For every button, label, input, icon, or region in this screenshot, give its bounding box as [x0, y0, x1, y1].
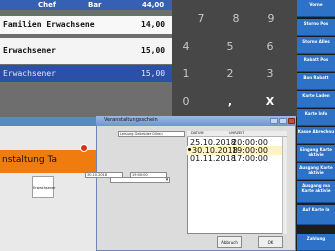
key-5[interactable]: 5: [210, 33, 250, 61]
item-name: Erwachsener: [3, 46, 56, 55]
cancel-button[interactable]: Abbruch: [217, 236, 242, 248]
selection-bullet-icon: [188, 148, 191, 151]
header-chef: Chef: [38, 1, 56, 9]
ticket-header: Chef Bar 44,00: [0, 0, 172, 10]
list-time: 17:00:00: [232, 154, 268, 163]
key-6[interactable]: 6: [250, 33, 290, 61]
button-rabatt-pos[interactable]: Rabatt Pos: [297, 55, 335, 72]
button-ausgang-karte[interactable]: Ausgang Karte aktivie: [297, 163, 335, 180]
key-1[interactable]: 1: [166, 60, 206, 88]
item-price: 14,00: [141, 20, 166, 29]
key-4[interactable]: 4: [166, 33, 206, 61]
button-karte-laden[interactable]: Karte Laden: [297, 91, 335, 108]
button-storno-alles[interactable]: Storno Alles: [297, 37, 335, 54]
background-window-titlebar: [0, 117, 98, 126]
header-total: 44,00: [142, 1, 165, 9]
ok-button[interactable]: OK: [258, 236, 283, 248]
chevron-down-icon[interactable]: ▾: [164, 177, 170, 183]
key-0[interactable]: 0: [166, 88, 206, 116]
key-comma[interactable]: ,: [210, 88, 250, 116]
maximize-button[interactable]: [279, 118, 287, 124]
event-tab-label: nstaltung Ta: [2, 155, 57, 165]
button-zahlung[interactable]: Zahlung: [297, 234, 335, 251]
item-name: Familien Erwachsene: [3, 20, 95, 29]
key-7[interactable]: 7: [181, 5, 221, 33]
key-x[interactable]: X: [250, 88, 290, 116]
key-3[interactable]: 3: [250, 60, 290, 88]
close-button[interactable]: [288, 118, 295, 124]
column-uhrzeit: UHRZEIT: [229, 131, 245, 135]
button-karte-info[interactable]: Karte Info: [297, 109, 335, 126]
date-list-header: DATUM UHRZEIT: [187, 131, 287, 137]
item-price: 15,00: [141, 69, 166, 78]
item-name: Erwachsener: [3, 69, 56, 78]
button-ausgang-ma-karte[interactable]: Ausgang ma Karte aktivie: [297, 181, 335, 203]
key-9[interactable]: 9: [251, 5, 291, 33]
header-bar: Bar: [88, 1, 102, 9]
option-select[interactable]: [110, 177, 170, 183]
button-vorne[interactable]: Vorne: [297, 0, 335, 17]
notification-badge: [80, 144, 88, 152]
item-price: 15,00: [141, 46, 166, 55]
ticket-row[interactable]: Erwachsener 15,00: [0, 38, 172, 64]
button-bon-rabatt[interactable]: Bon Rabatt: [297, 73, 335, 90]
button-eingang-karte[interactable]: Eingang Karte aktivie: [297, 145, 335, 162]
dialog-title: Veranstaltungsschein: [104, 117, 158, 123]
button-kasse-abrechnung[interactable]: Kasse Abrechnu: [297, 127, 335, 144]
key-8[interactable]: 8: [216, 5, 256, 33]
key-2[interactable]: 2: [210, 60, 250, 88]
list-date: 01.11.2018: [190, 154, 236, 163]
minimize-button[interactable]: [270, 118, 278, 124]
list-scrollbar[interactable]: [282, 137, 287, 234]
ticket-row[interactable]: Familien Erwachsene 14,00: [0, 16, 172, 34]
ticket-type-tile[interactable]: Erwachsener: [32, 176, 56, 198]
ticket-row-selected[interactable]: Erwachsener 15,00: [0, 65, 172, 82]
button-storno-pos[interactable]: Storno Pos: [297, 19, 335, 36]
column-datum: DATUM: [191, 131, 204, 135]
event-name-field[interactable]: Leisung Gebrüder Gilren: [118, 131, 185, 137]
list-item[interactable]: 01.11.2018 17:00:00: [187, 154, 287, 163]
button-auf-karte[interactable]: Auf Karte la: [297, 205, 335, 225]
